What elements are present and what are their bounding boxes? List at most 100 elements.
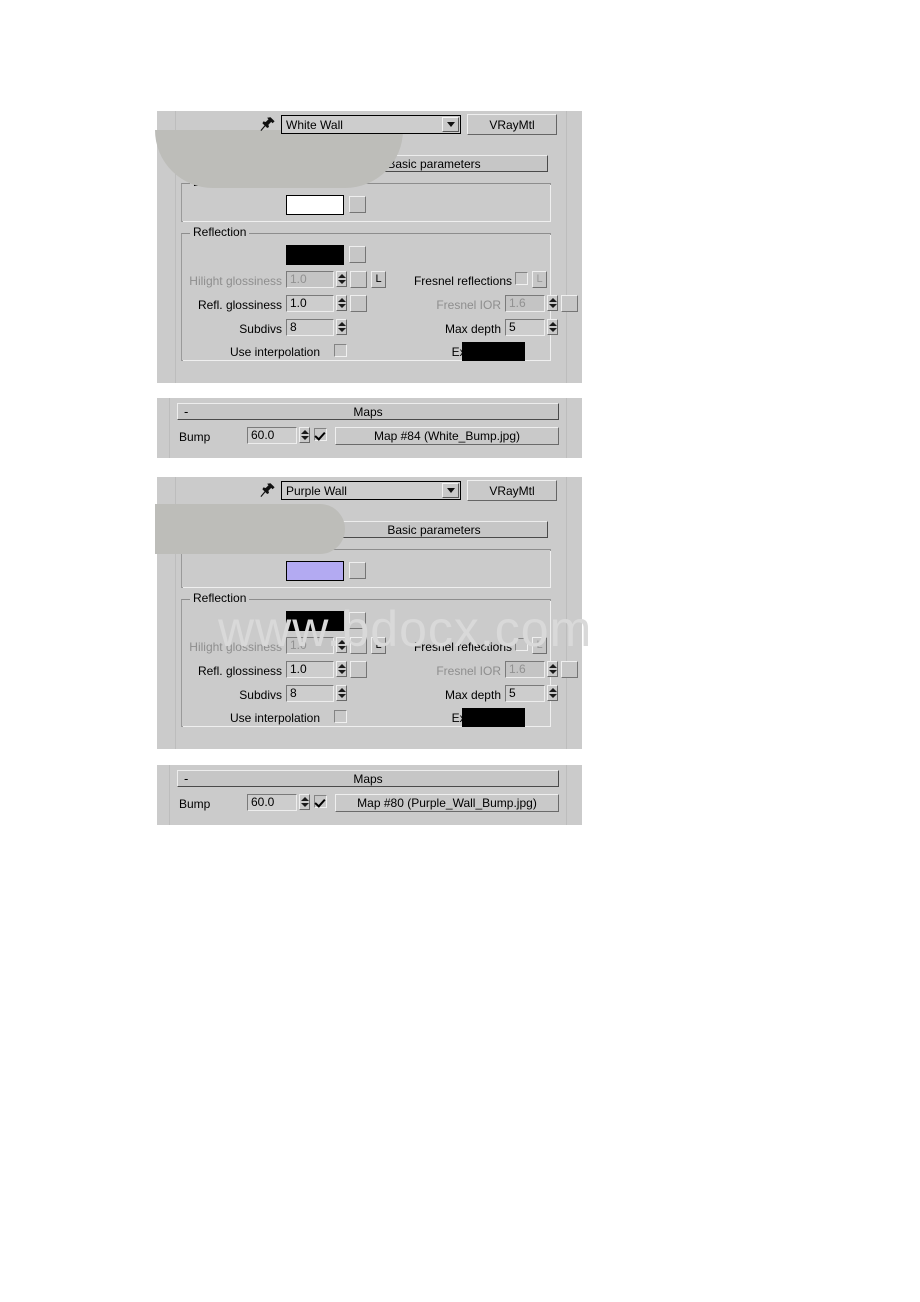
- refl-glossiness-label: Refl. glossiness: [197, 298, 282, 312]
- subdivs-field[interactable]: 8: [286, 685, 334, 702]
- reflect-map-button[interactable]: [349, 612, 366, 629]
- hilight-glossiness-field[interactable]: 1.0: [286, 637, 334, 654]
- rollout-maps-collapse-glyph: -: [184, 404, 189, 419]
- bump-enabled-checkbox[interactable]: [314, 795, 327, 808]
- hilight-glossiness-label: Hilight glossiness: [189, 640, 282, 654]
- hilight-glossiness-spinner[interactable]: [336, 271, 347, 287]
- refl-glossiness-field[interactable]: 1.0: [286, 295, 334, 312]
- rollout-maps[interactable]: - Maps: [177, 403, 559, 420]
- rollout-basic-parameters-label: Basic parameters: [387, 522, 481, 537]
- group-reflection-title: Reflection: [190, 226, 250, 239]
- diffuse-map-button[interactable]: [349, 562, 366, 579]
- hilight-glossiness-field[interactable]: 1.0: [286, 271, 334, 288]
- diffuse-color-swatch[interactable]: [286, 561, 344, 581]
- material-editor-panel-purple-wall: Purple Wall VRayMtl Basic parameters Dif…: [155, 477, 582, 749]
- use-interpolation-label: Use interpolation: [229, 711, 320, 725]
- hilight-glossiness-label: Hilight glossiness: [189, 274, 282, 288]
- fresnel-reflections-checkbox[interactable]: [515, 638, 528, 651]
- diffuse-map-button[interactable]: [349, 196, 366, 213]
- bump-label: Bump: [179, 797, 211, 811]
- material-name-value[interactable]: White Wall: [282, 119, 442, 131]
- bump-map-button[interactable]: Map #80 (Purple_Wall_Bump.jpg): [335, 794, 559, 812]
- fresnel-reflections-lock-button[interactable]: L: [532, 637, 547, 654]
- refl-glossiness-map-button[interactable]: [350, 661, 367, 678]
- material-type-button[interactable]: VRayMtl: [467, 114, 557, 135]
- hilight-glossiness-spinner[interactable]: [336, 637, 347, 653]
- rollout-basic-parameters[interactable]: Basic parameters: [320, 155, 548, 172]
- refl-glossiness-spinner[interactable]: [336, 661, 347, 677]
- reflect-color-swatch[interactable]: [286, 245, 344, 265]
- bump-amount-spinner[interactable]: [299, 427, 310, 443]
- bump-amount-field[interactable]: 60.0: [247, 794, 297, 811]
- rollout-maps[interactable]: - Maps: [177, 770, 559, 787]
- bump-label: Bump: [179, 430, 211, 444]
- maps-panel-white-wall: - Maps Bump 60.0 Map #84 (White_Bump.jpg…: [157, 398, 582, 458]
- refl-glossiness-label: Refl. glossiness: [197, 664, 282, 678]
- use-interpolation-checkbox[interactable]: [334, 710, 347, 723]
- material-editor-panel-white-wall: White Wall VRayMtl Basic parameters Diff…: [155, 111, 582, 383]
- rollout-basic-parameters-label: Basic parameters: [387, 156, 481, 171]
- fresnel-ior-map-button[interactable]: [561, 295, 578, 312]
- bump-amount-field[interactable]: 60.0: [247, 427, 297, 444]
- exit-color-swatch[interactable]: [462, 708, 525, 727]
- fresnel-reflections-lock-button[interactable]: L: [532, 271, 547, 288]
- refl-glossiness-spinner[interactable]: [336, 295, 347, 311]
- chevron-down-icon[interactable]: [442, 117, 459, 132]
- fresnel-reflections-checkbox[interactable]: [515, 272, 528, 285]
- use-interpolation-checkbox[interactable]: [334, 344, 347, 357]
- reflect-map-button[interactable]: [349, 246, 366, 263]
- hilight-glossiness-lock-button[interactable]: L: [371, 637, 386, 654]
- refl-glossiness-field[interactable]: 1.0: [286, 661, 334, 678]
- subdivs-spinner[interactable]: [336, 319, 347, 335]
- material-name-value[interactable]: Purple Wall: [282, 485, 442, 497]
- material-topbar: White Wall VRayMtl: [157, 111, 582, 141]
- group-diffuse: Diffuse: [181, 542, 551, 588]
- fresnel-ior-label: Fresnel IOR: [436, 664, 501, 678]
- group-diffuse-title: Diffuse: [190, 542, 234, 555]
- rollout-maps-collapse-glyph: -: [184, 771, 189, 786]
- subdivs-label: Subdivs: [239, 322, 282, 336]
- diffuse-color-swatch[interactable]: [286, 195, 344, 215]
- max-depth-spinner[interactable]: [547, 319, 558, 335]
- material-name-combo[interactable]: Purple Wall: [281, 481, 461, 500]
- max-depth-spinner[interactable]: [547, 685, 558, 701]
- max-depth-field[interactable]: 5: [505, 319, 545, 336]
- fresnel-reflections-label: Fresnel reflections: [413, 640, 512, 654]
- fresnel-ior-label: Fresnel IOR: [436, 298, 501, 312]
- max-depth-field[interactable]: 5: [505, 685, 545, 702]
- material-topbar: Purple Wall VRayMtl: [157, 477, 582, 507]
- rollout-maps-label: Maps: [353, 771, 383, 786]
- fresnel-ior-spinner[interactable]: [547, 295, 558, 311]
- hilight-glossiness-map-button[interactable]: [350, 637, 367, 654]
- pick-material-icon[interactable]: [260, 482, 276, 498]
- bump-map-button[interactable]: Map #84 (White_Bump.jpg): [335, 427, 559, 445]
- subdivs-label: Subdivs: [239, 688, 282, 702]
- fresnel-ior-field[interactable]: 1.6: [505, 295, 545, 312]
- max-depth-label: Max depth: [444, 322, 501, 336]
- fresnel-ior-spinner[interactable]: [547, 661, 558, 677]
- fresnel-reflections-label: Fresnel reflections: [413, 274, 512, 288]
- bump-enabled-checkbox[interactable]: [314, 428, 327, 441]
- bump-amount-spinner[interactable]: [299, 794, 310, 810]
- subdivs-spinner[interactable]: [336, 685, 347, 701]
- use-interpolation-label: Use interpolation: [229, 345, 320, 359]
- group-diffuse-title: Diffuse: [190, 176, 234, 189]
- max-depth-label: Max depth: [444, 688, 501, 702]
- maps-panel-purple-wall: - Maps Bump 60.0 Map #80 (Purple_Wall_Bu…: [157, 765, 582, 825]
- page-root: White Wall VRayMtl Basic parameters Diff…: [0, 0, 920, 1302]
- refl-glossiness-map-button[interactable]: [350, 295, 367, 312]
- group-diffuse: Diffuse: [181, 176, 551, 222]
- hilight-glossiness-map-button[interactable]: [350, 271, 367, 288]
- chevron-down-icon[interactable]: [442, 483, 459, 498]
- material-type-button[interactable]: VRayMtl: [467, 480, 557, 501]
- fresnel-ior-field[interactable]: 1.6: [505, 661, 545, 678]
- pick-material-icon[interactable]: [260, 116, 276, 132]
- rollout-maps-label: Maps: [353, 404, 383, 419]
- reflect-color-swatch[interactable]: [286, 611, 344, 631]
- subdivs-field[interactable]: 8: [286, 319, 334, 336]
- exit-color-swatch[interactable]: [462, 342, 525, 361]
- hilight-glossiness-lock-button[interactable]: L: [371, 271, 386, 288]
- fresnel-ior-map-button[interactable]: [561, 661, 578, 678]
- rollout-basic-parameters[interactable]: Basic parameters: [320, 521, 548, 538]
- material-name-combo[interactable]: White Wall: [281, 115, 461, 134]
